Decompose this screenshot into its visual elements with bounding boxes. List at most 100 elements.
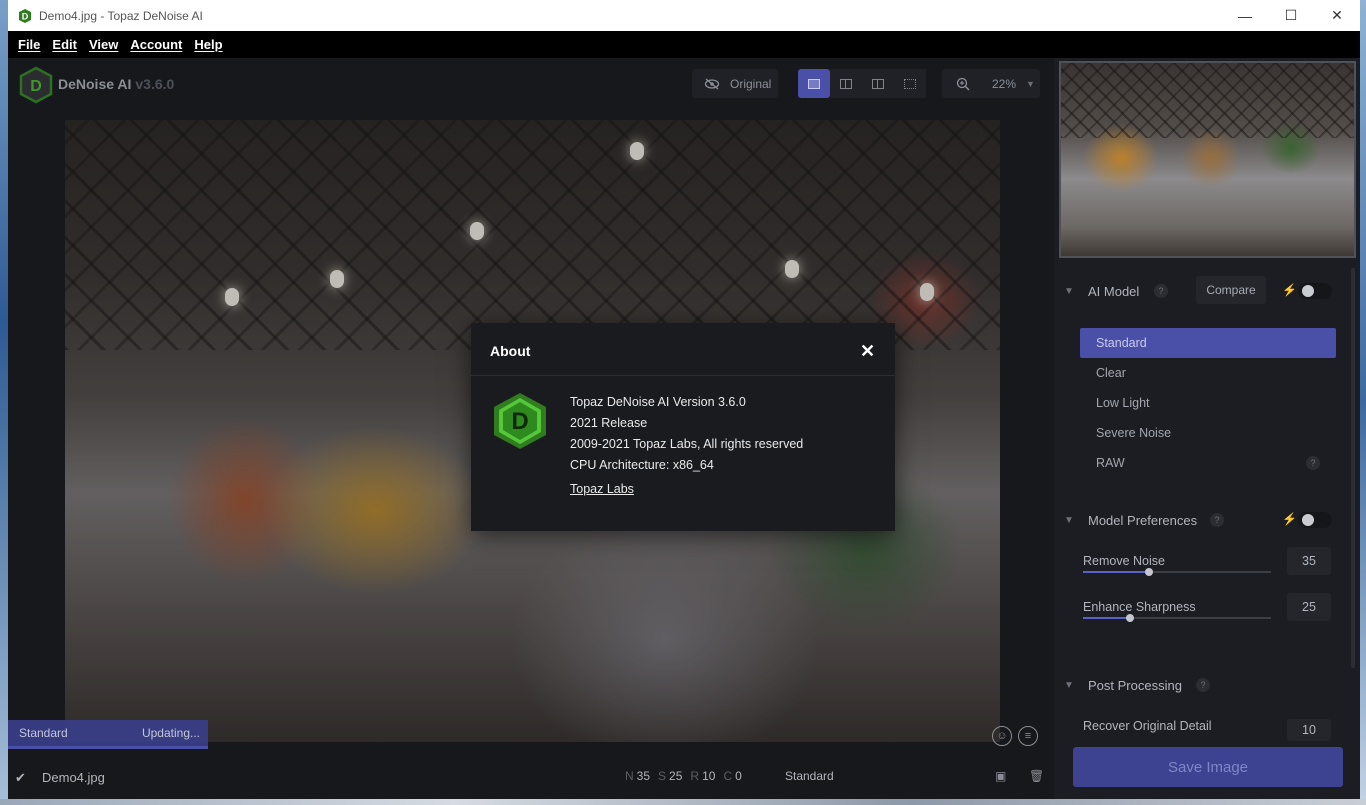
help-icon[interactable]: ? bbox=[1306, 456, 1320, 470]
ai-model-title: AI Model bbox=[1088, 283, 1140, 299]
ai-model-header[interactable]: ▼ AI Model ? Compare ⚡ bbox=[1054, 276, 1360, 306]
app-title: DeNoise AI bbox=[58, 76, 132, 92]
happy-face-icon[interactable]: ☺ bbox=[992, 726, 1012, 746]
menu-bar: File Edit View Account Help bbox=[8, 31, 1360, 58]
enhance-sharpness-slider: Enhance Sharpness 25 bbox=[1083, 593, 1343, 640]
chevron-down-icon: ▼ bbox=[1064, 514, 1074, 526]
compare-button[interactable]: Compare bbox=[1196, 276, 1266, 304]
remove-noise-label: Remove Noise bbox=[1083, 554, 1165, 568]
enhance-sharpness-knob[interactable] bbox=[1126, 614, 1134, 622]
grid-view-icon bbox=[904, 78, 916, 89]
original-toggle-button[interactable]: Original bbox=[692, 69, 778, 98]
about-dialog-header: About ✕ bbox=[471, 323, 895, 376]
ai-model-auto-toggle[interactable] bbox=[1298, 283, 1332, 299]
menu-view[interactable]: View bbox=[83, 37, 124, 52]
zoom-value: 22% bbox=[992, 76, 1017, 91]
maximize-button[interactable]: ☐ bbox=[1268, 0, 1314, 31]
app-window: D Demo4.jpg - Topaz DeNoise AI — ☐ ✕ Fil… bbox=[8, 0, 1360, 799]
about-copyright: 2009-2021 Topaz Labs, All rights reserve… bbox=[570, 437, 804, 451]
original-label: Original bbox=[730, 76, 772, 91]
auto-bolt-icon: ⚡ bbox=[1282, 283, 1297, 297]
check-icon[interactable]: ✔ bbox=[15, 770, 27, 785]
model-preferences-header[interactable]: ▼ Model Preferences ? ⚡ bbox=[1054, 505, 1360, 535]
remove-noise-fill bbox=[1083, 571, 1149, 573]
navigator-thumbnail[interactable] bbox=[1059, 61, 1356, 258]
model-preferences-auto-toggle[interactable] bbox=[1298, 512, 1332, 528]
help-icon[interactable]: ? bbox=[1196, 678, 1210, 692]
save-image-button[interactable]: Save Image bbox=[1073, 747, 1343, 787]
desktop-background-right bbox=[1360, 0, 1366, 805]
about-title: About bbox=[490, 343, 531, 359]
processing-model: Standard bbox=[19, 726, 68, 740]
about-architecture: CPU Architecture: x86_64 bbox=[570, 458, 714, 472]
remove-noise-track[interactable] bbox=[1083, 568, 1271, 576]
file-name: Demo4.jpg bbox=[42, 770, 105, 785]
comparison-grid-button[interactable] bbox=[894, 69, 926, 98]
view-mode-group bbox=[798, 69, 926, 98]
preview-toolbar: D DeNoise AI v3.6.0 Original 22% ▼ bbox=[8, 58, 1054, 110]
processing-state: Updating... bbox=[141, 726, 200, 740]
model-option-raw-label: RAW bbox=[1096, 456, 1125, 470]
recover-detail-value[interactable]: 10 bbox=[1287, 719, 1331, 741]
settings-panel: ▼ AI Model ? Compare ⚡ Standard Clear Lo… bbox=[1054, 58, 1360, 799]
model-option-raw[interactable]: RAW ? bbox=[1080, 448, 1336, 478]
bottom-model-label: Standard bbox=[785, 769, 834, 783]
help-icon[interactable]: ? bbox=[1210, 513, 1224, 527]
settings-summary: N 35 S 25 R 10 C0 bbox=[625, 769, 742, 783]
menu-edit[interactable]: Edit bbox=[46, 37, 83, 52]
thumbnail-ceiling bbox=[1061, 63, 1354, 138]
auto-bolt-icon: ⚡ bbox=[1282, 512, 1297, 526]
stat-color: C0 bbox=[723, 769, 742, 783]
single-view-button[interactable] bbox=[798, 69, 830, 98]
model-preferences-title: Model Preferences bbox=[1088, 512, 1198, 528]
stat-noise: N 35 bbox=[625, 769, 651, 783]
desktop-background-left bbox=[0, 0, 8, 805]
menu-file[interactable]: File bbox=[12, 37, 46, 52]
camera-icon[interactable]: ▣ bbox=[995, 769, 1009, 783]
split-view-button[interactable] bbox=[830, 69, 862, 98]
svg-text:D: D bbox=[22, 11, 29, 21]
eye-off-icon bbox=[704, 78, 720, 89]
ai-model-list: Standard Clear Low Light Severe Noise RA… bbox=[1080, 328, 1336, 478]
split-view-icon bbox=[840, 78, 852, 89]
stat-sharpness: S 25 bbox=[658, 769, 683, 783]
desktop-background-bottom bbox=[0, 799, 1366, 805]
about-info: Topaz DeNoise AI Version 3.6.0 2021 Rele… bbox=[570, 392, 803, 476]
remove-noise-value[interactable]: 35 bbox=[1287, 547, 1331, 575]
model-option-severe-noise[interactable]: Severe Noise bbox=[1080, 418, 1336, 448]
menu-help[interactable]: Help bbox=[188, 37, 228, 52]
side-by-side-button[interactable] bbox=[862, 69, 894, 98]
denoise-logo-icon: D bbox=[19, 66, 53, 104]
feedback-icons: ☺ ≡ bbox=[992, 726, 1038, 746]
panel-scrollbar[interactable] bbox=[1351, 268, 1355, 668]
zoom-in-icon bbox=[956, 77, 970, 90]
menu-account[interactable]: Account bbox=[124, 37, 188, 52]
recover-detail-label: Recover Original Detail bbox=[1083, 719, 1212, 733]
enhance-sharpness-value[interactable]: 25 bbox=[1287, 593, 1331, 621]
model-option-low-light[interactable]: Low Light bbox=[1080, 388, 1336, 418]
model-option-standard[interactable]: Standard bbox=[1080, 328, 1336, 358]
about-version: Topaz DeNoise AI Version 3.6.0 bbox=[570, 395, 746, 409]
remove-noise-knob[interactable] bbox=[1144, 568, 1153, 576]
neutral-face-icon[interactable]: ≡ bbox=[1018, 726, 1038, 746]
trash-icon[interactable]: 🗑 bbox=[1029, 769, 1044, 783]
processing-progress-bar bbox=[8, 746, 208, 749]
chevron-down-icon: ▼ bbox=[1064, 679, 1074, 691]
close-icon[interactable]: ✕ bbox=[860, 341, 875, 362]
help-icon[interactable]: ? bbox=[1154, 284, 1168, 298]
about-dialog: About ✕ D Topaz DeNoise AI Version 3.6.0… bbox=[471, 323, 895, 531]
side-by-side-icon bbox=[872, 78, 884, 89]
enhance-sharpness-label: Enhance Sharpness bbox=[1083, 600, 1196, 614]
app-version: v3.6.0 bbox=[135, 76, 175, 92]
enhance-sharpness-fill bbox=[1083, 617, 1130, 619]
stat-recover: R 10 bbox=[690, 769, 716, 783]
close-window-button[interactable]: ✕ bbox=[1314, 0, 1360, 31]
post-processing-header[interactable]: ▼ Post Processing ? bbox=[1054, 670, 1360, 700]
zoom-control[interactable]: 22% ▼ bbox=[942, 69, 1040, 98]
topaz-labs-link[interactable]: Topaz Labs bbox=[570, 482, 634, 496]
enhance-sharpness-track[interactable] bbox=[1083, 614, 1271, 622]
app-icon: D bbox=[19, 8, 31, 23]
window-title: Demo4.jpg - Topaz DeNoise AI bbox=[39, 8, 203, 23]
model-option-clear[interactable]: Clear bbox=[1080, 358, 1336, 388]
minimize-button[interactable]: — bbox=[1222, 0, 1268, 31]
